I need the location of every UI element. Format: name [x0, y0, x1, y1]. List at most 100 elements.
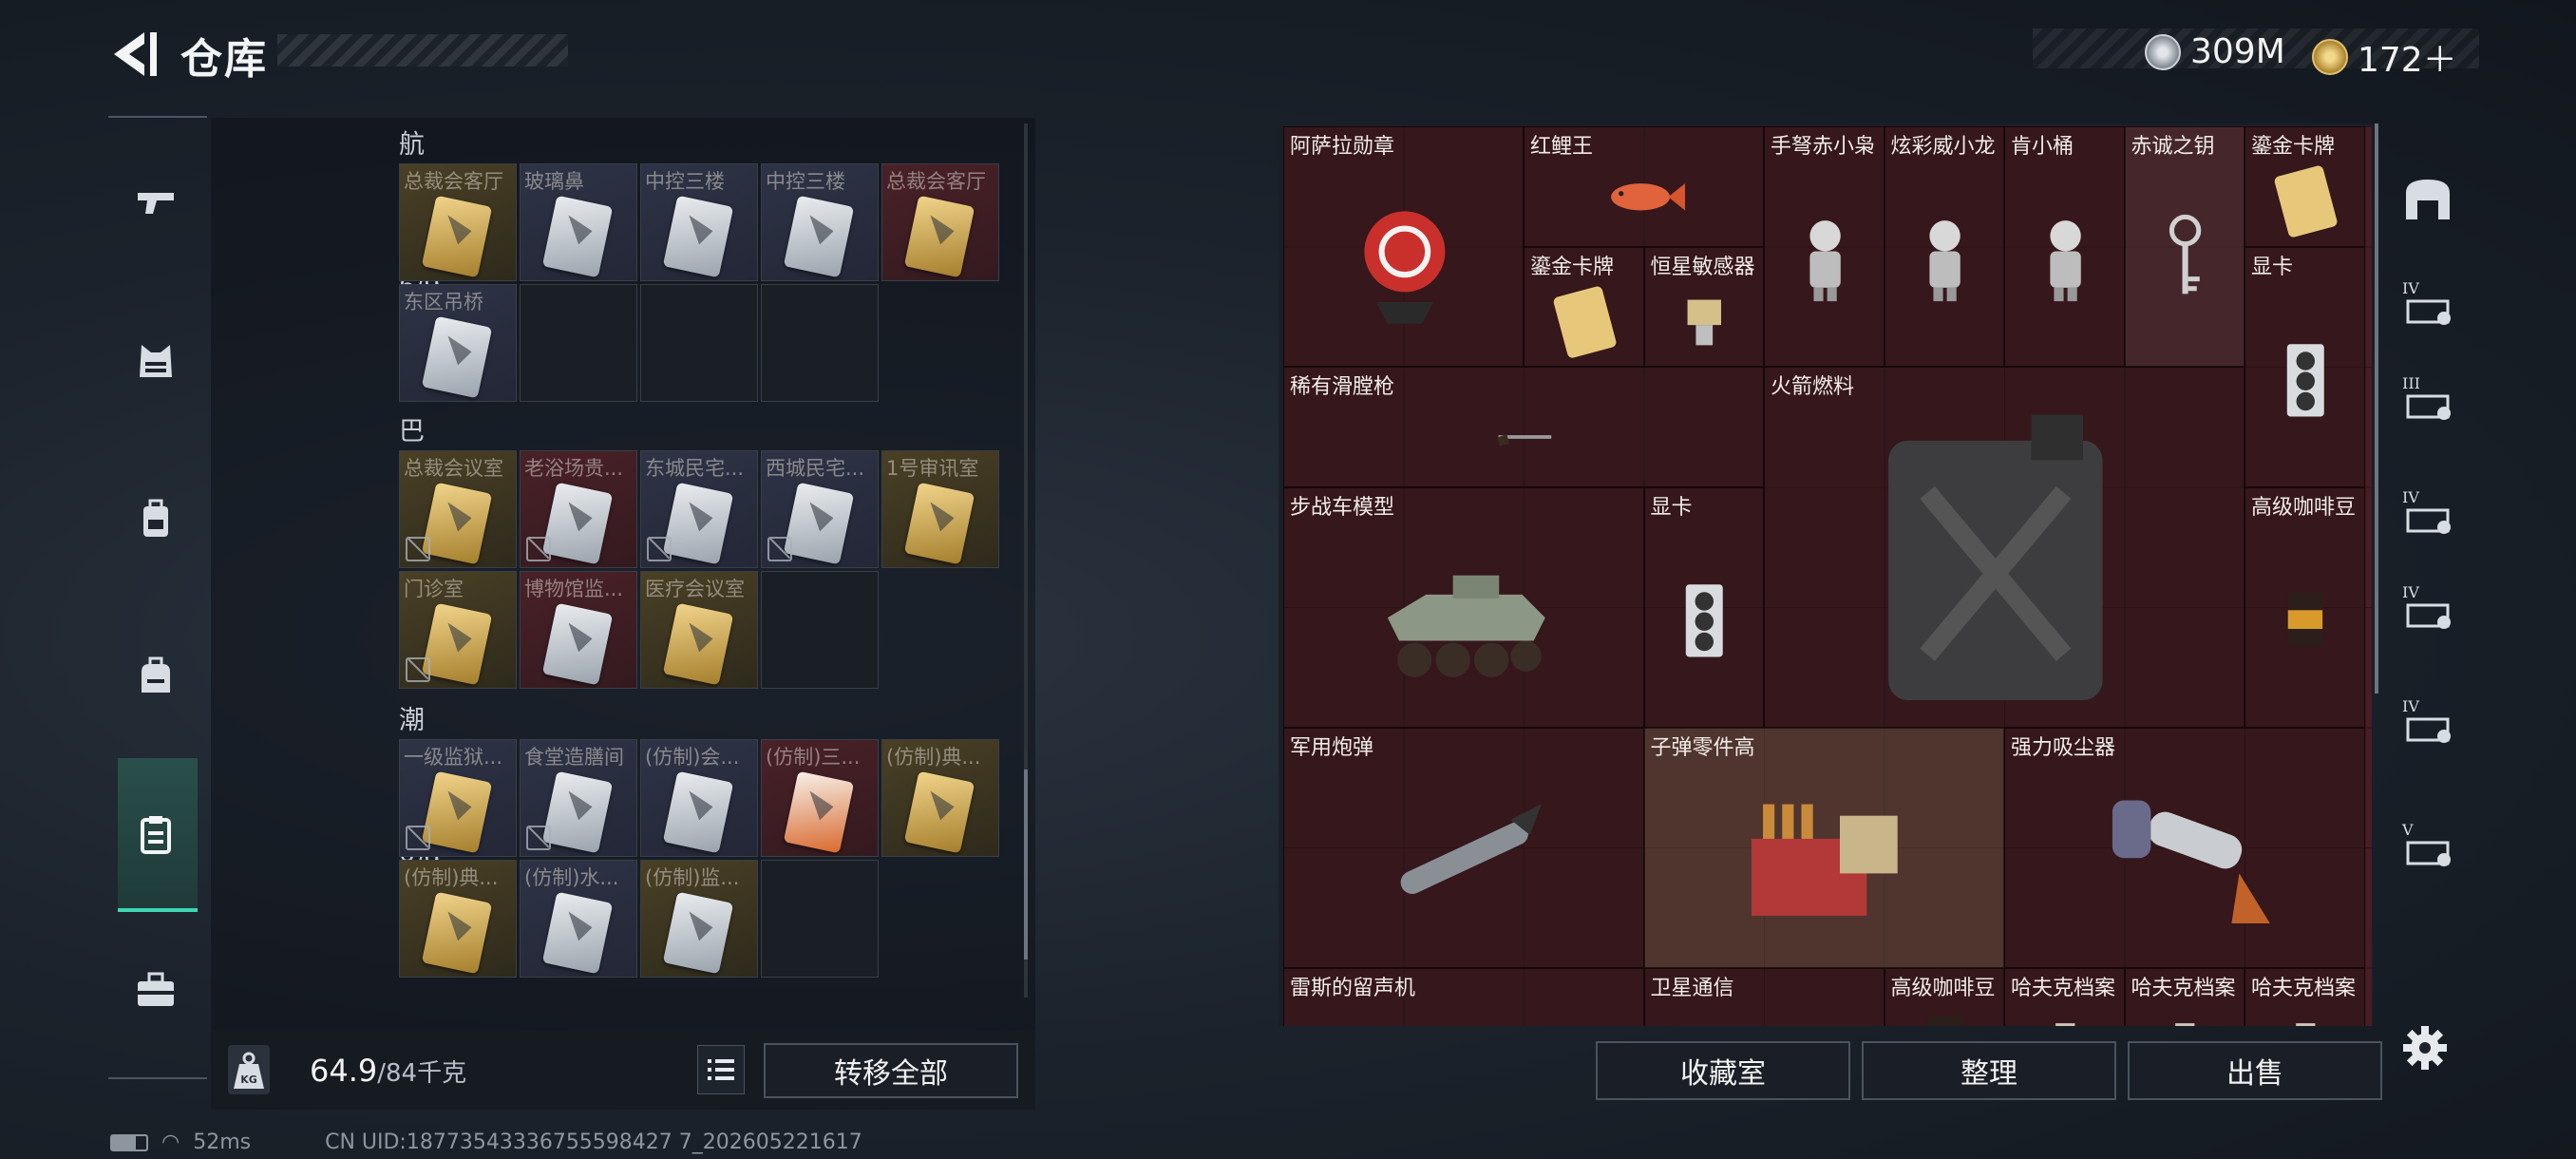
stash-item-name: 高级咖啡豆: [1890, 976, 1996, 1000]
storage-scroll-thumb[interactable]: [1024, 770, 1028, 960]
keycard-slot[interactable]: (仿制)会...: [640, 739, 758, 857]
stash-item[interactable]: 手弩赤小枭: [1764, 126, 1885, 367]
keycard-slot[interactable]: 玻璃鼻: [520, 163, 637, 281]
tier4-container-icon: IV: [2402, 697, 2451, 743]
keycard-slot[interactable]: 博物馆监...: [520, 571, 637, 689]
right-nav-item[interactable]: [2388, 162, 2468, 238]
stash-item[interactable]: 军用炮弹: [1283, 727, 1644, 968]
currency-1[interactable]: 309M: [2145, 32, 2285, 71]
empty-slot[interactable]: [520, 284, 637, 402]
nav-toolbox[interactable]: [118, 952, 194, 1028]
keycard-slot[interactable]: 食堂造膳间: [520, 739, 637, 857]
keycard-slot[interactable]: 1号审讯室: [881, 450, 999, 568]
keycard-slot[interactable]: (仿制)水...: [520, 860, 637, 978]
medal-icon: [1363, 211, 1445, 324]
stash-item[interactable]: 红鲤王: [1524, 126, 1764, 247]
keycard-slot[interactable]: 总裁会客厅: [881, 163, 999, 281]
uid-text: CN UID:18773543336755598427 7_2026052216…: [325, 1130, 862, 1154]
right-nav-item[interactable]: V: [2388, 808, 2468, 884]
nav-weapons[interactable]: [118, 165, 194, 241]
stash-item[interactable]: 雷斯的留声机: [1283, 967, 1644, 1026]
stash-item[interactable]: 鎏金卡牌: [2245, 126, 2365, 247]
transfer-all-button[interactable]: 转移全部: [764, 1043, 1018, 1098]
keycard-slot[interactable]: 门诊室: [399, 571, 517, 689]
right-nav-item[interactable]: IV: [2388, 684, 2468, 760]
keycard-slot[interactable]: 一级监狱...: [399, 739, 517, 857]
nav-backpack[interactable]: [118, 481, 194, 557]
stash-item-name: 鎏金卡牌: [2251, 135, 2336, 159]
keycard-slot[interactable]: 西城民宅...: [761, 450, 879, 568]
coffee-icon: [2288, 593, 2323, 647]
keycard-slot[interactable]: (仿制)三...: [761, 739, 879, 857]
figurine-icon: [1929, 220, 1960, 302]
keycard-slot[interactable]: 东城民宅...: [640, 450, 758, 568]
right-nav-item[interactable]: IV: [2388, 475, 2468, 551]
keycard-slot[interactable]: (仿制)典...: [399, 860, 517, 978]
right-nav-item[interactable]: IV: [2388, 266, 2468, 342]
empty-slot[interactable]: [761, 571, 879, 689]
stash-item[interactable]: 子弹零件高: [1643, 727, 2004, 968]
stash-item[interactable]: 卫星通信: [1643, 967, 1885, 1026]
stash-item[interactable]: 恒星敏感器: [1643, 246, 1764, 367]
no-insure-icon: [647, 537, 672, 561]
weight-value: 64.9: [310, 1053, 378, 1089]
stash-item[interactable]: 显卡: [2245, 246, 2365, 487]
stash-item[interactable]: 哈夫克档案: [2245, 967, 2365, 1026]
gpu-icon: [2286, 343, 2324, 416]
stash-item-name: 手弩赤小枭: [1771, 135, 1876, 159]
back-button[interactable]: [106, 28, 163, 80]
card-icon: [1553, 286, 1617, 358]
nav-storage[interactable]: [118, 796, 194, 872]
stash-item[interactable]: 强力吸尘器: [2004, 727, 2365, 968]
stash-item[interactable]: 高级咖啡豆: [1884, 967, 2004, 1026]
stash-item[interactable]: 鎏金卡牌: [1524, 246, 1644, 367]
stash-item[interactable]: 赤诚之钥: [2124, 126, 2245, 367]
keycard-slot[interactable]: 医疗会议室: [640, 571, 758, 689]
sell-button[interactable]: 出售: [2128, 1041, 2382, 1100]
empty-slot[interactable]: [761, 284, 879, 402]
empty-slot[interactable]: [640, 284, 758, 402]
empty-slot[interactable]: [761, 860, 879, 978]
nav-armor[interactable]: [118, 323, 194, 399]
keycard-slot[interactable]: 总裁会客厅: [399, 163, 517, 281]
keycard-icon: [662, 482, 734, 565]
weight-readout: 64.9/84千克: [310, 1053, 466, 1089]
stash-item[interactable]: 稀有滑膛枪: [1283, 367, 1764, 487]
keycard-icon: [903, 770, 975, 854]
stash-item[interactable]: 哈夫克档案: [2004, 967, 2125, 1026]
stash-item[interactable]: 高级咖啡豆: [2245, 486, 2365, 728]
keycard-slot[interactable]: 老浴场贵...: [520, 450, 637, 568]
tier4-container-icon: IV: [2402, 488, 2451, 534]
keycard-slot[interactable]: (仿制)监...: [640, 860, 758, 978]
keycard-label: 东区吊桥: [404, 291, 483, 314]
keycard-slot[interactable]: 东区吊桥: [399, 284, 517, 402]
collection-room-button[interactable]: 收藏室: [1596, 1041, 1850, 1100]
settings-button[interactable]: [2401, 1024, 2449, 1072]
stash-item[interactable]: 阿萨拉勋章: [1283, 126, 1524, 367]
keycard-slot[interactable]: (仿制)典...: [881, 739, 999, 857]
stash-item[interactable]: 肯小桶: [2004, 126, 2125, 367]
stash-item[interactable]: 显卡: [1643, 486, 1764, 728]
right-nav-item[interactable]: IV: [2388, 570, 2468, 646]
stash-item[interactable]: 哈夫克档案: [2124, 967, 2245, 1026]
keycard-label: 一级监狱...: [404, 746, 503, 769]
keycard-icon: [662, 891, 734, 975]
status-bar: ◠ 52ms CN UID:18773543336755598427 7_202…: [110, 1130, 862, 1154]
stash-item-name: 哈夫克档案: [2131, 976, 2236, 1000]
list-view-button[interactable]: [697, 1045, 745, 1094]
keycard-slot[interactable]: 中控三楼: [761, 163, 879, 281]
card-icon: [2274, 165, 2338, 238]
right-nav-item[interactable]: III: [2388, 361, 2468, 437]
nav-divider: [108, 1077, 207, 1079]
currency-2[interactable]: 172＋: [2312, 32, 2457, 82]
stash-item[interactable]: 步战车模型: [1283, 486, 1644, 728]
keycard-slot[interactable]: 中控三楼: [640, 163, 758, 281]
nav-bag[interactable]: [118, 638, 194, 714]
stash-item[interactable]: 炫彩威小龙: [1884, 126, 2004, 367]
file-icon: [2055, 1023, 2075, 1026]
stash-item[interactable]: 火箭燃料: [1764, 367, 2245, 728]
stash-scrollbar[interactable]: [2375, 124, 2378, 694]
keycard-slot[interactable]: 总裁会议室: [399, 450, 517, 568]
keycard-icon: [421, 482, 493, 565]
sort-button[interactable]: 整理: [1862, 1041, 2116, 1100]
